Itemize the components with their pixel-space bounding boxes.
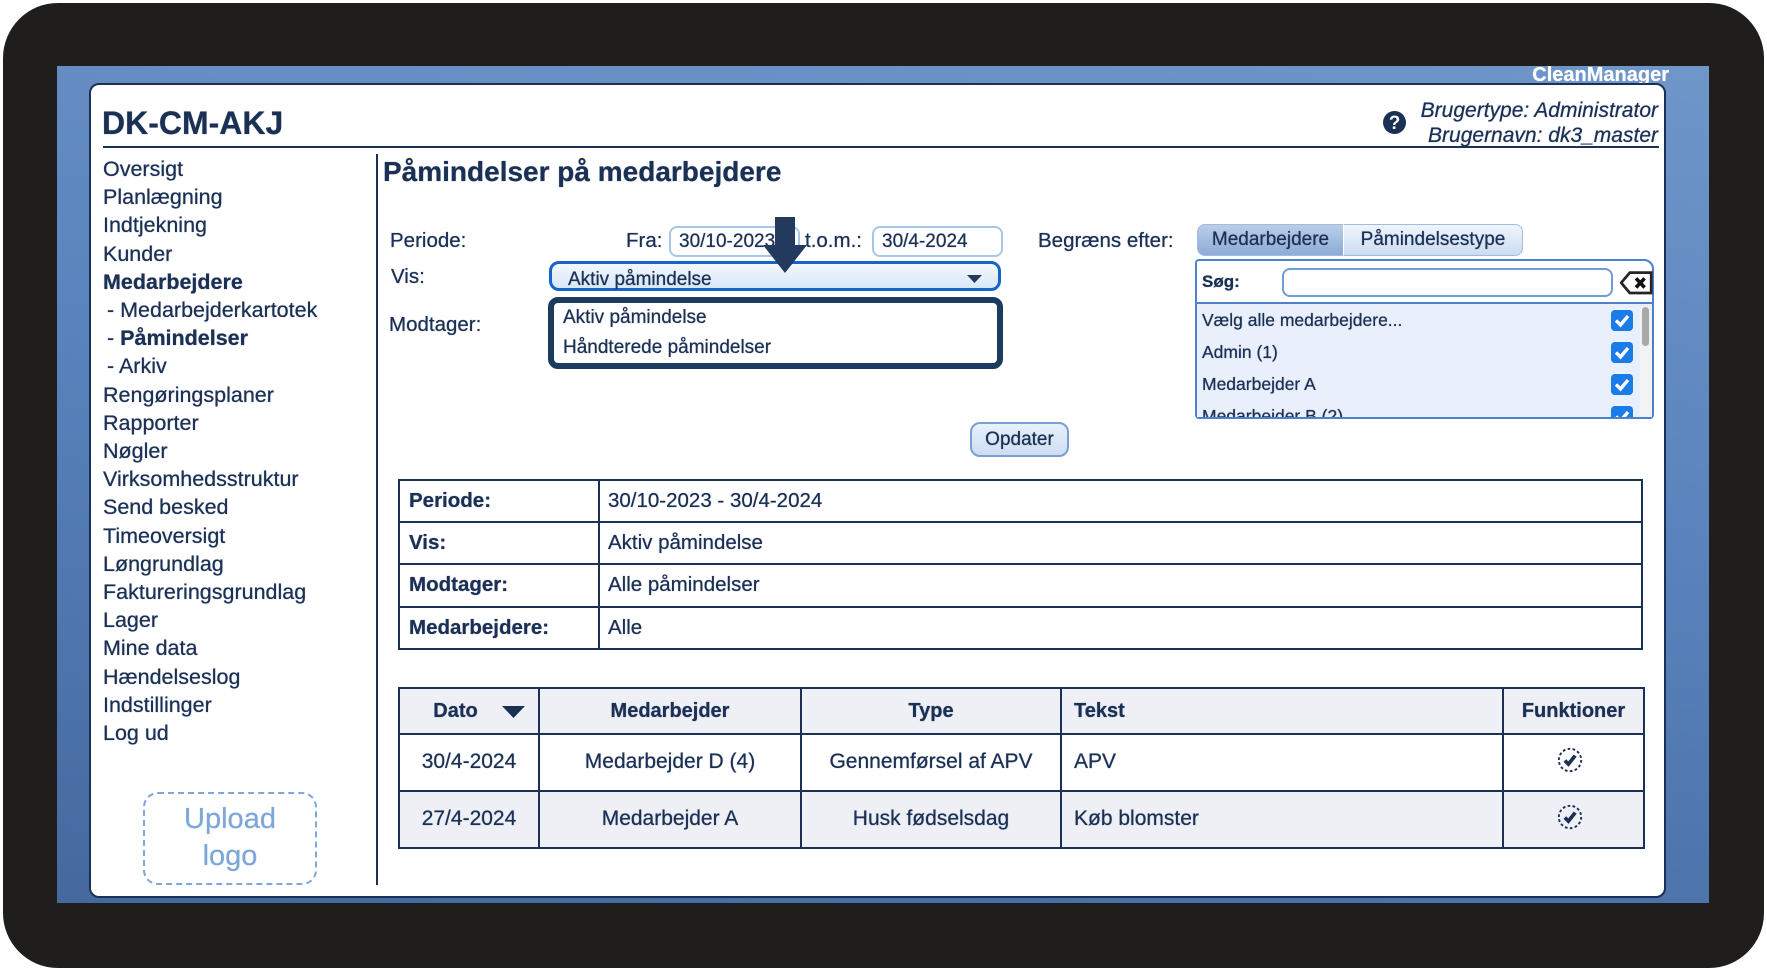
svg-text:?: ? xyxy=(1389,113,1401,134)
